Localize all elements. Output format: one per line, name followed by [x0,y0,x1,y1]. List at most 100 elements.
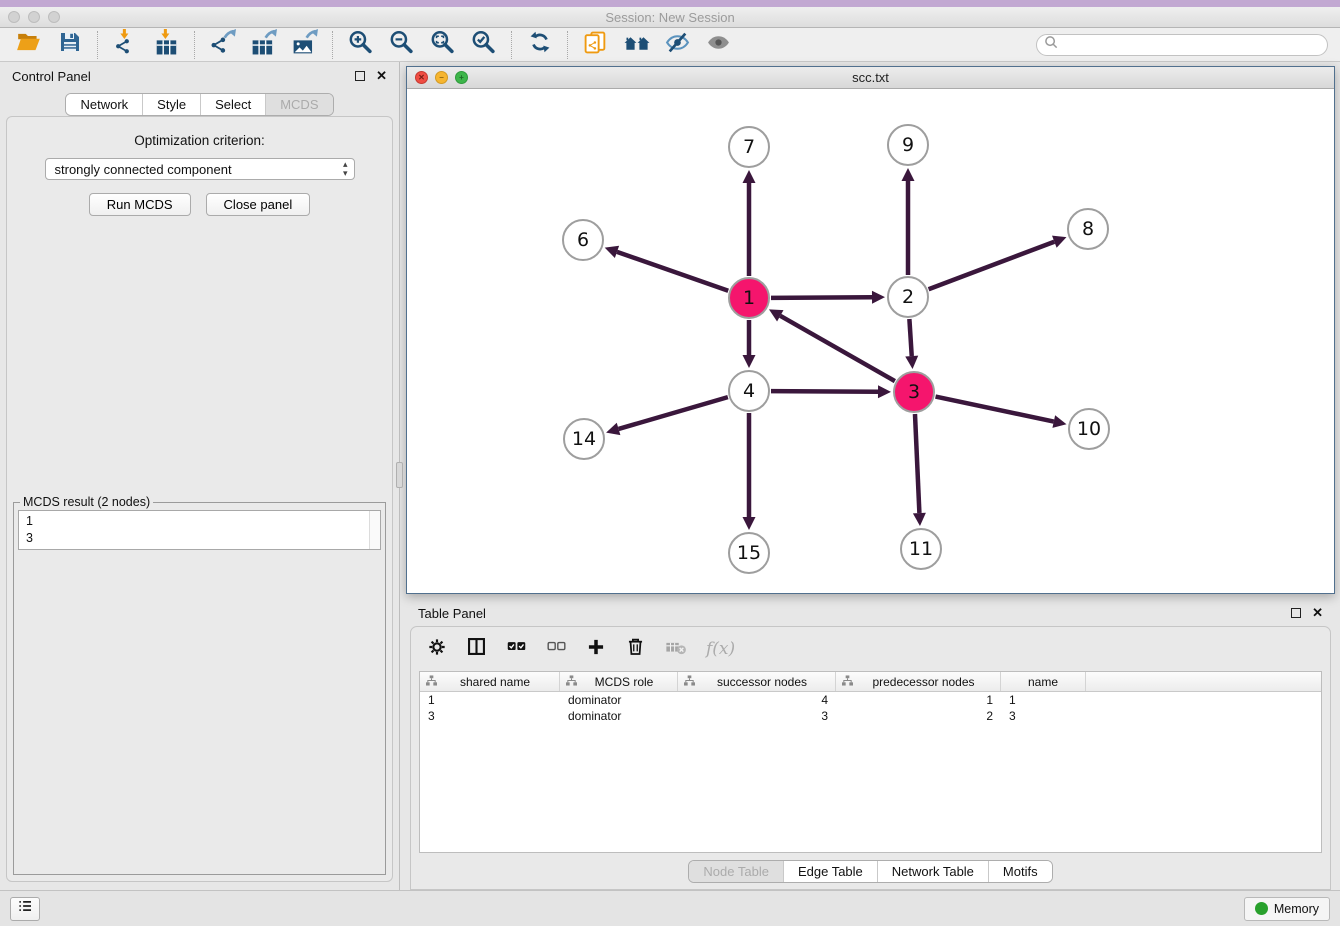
export-table-button[interactable] [243,30,284,60]
graph-node-10[interactable]: 10 [1068,408,1110,450]
node-table-header[interactable]: shared nameMCDS rolesuccessor nodesprede… [420,672,1321,692]
search-input[interactable] [1063,38,1319,52]
deselect-all-button[interactable] [546,636,567,662]
network-window-lights[interactable]: ✕−+ [415,71,468,84]
criterion-dropdown[interactable]: strongly connected component ▴▾ [45,158,355,180]
delete-row-button[interactable] [625,636,646,662]
close-table-panel-icon[interactable]: ✕ [1312,608,1323,618]
memory-button[interactable]: Memory [1244,897,1330,921]
table-panel-card: f(x) shared nameMCDS rolesuccessor nodes… [410,626,1331,890]
window-minimize-button[interactable]: − [435,71,448,84]
graph-node-3[interactable]: 3 [893,371,935,413]
edge-1-6[interactable] [617,252,728,291]
import-table-button[interactable] [146,30,187,60]
graph-node-11[interactable]: 11 [900,528,942,570]
float-table-panel-icon[interactable] [1291,608,1301,618]
zoom-fit-icon [430,30,455,60]
node-table-body[interactable]: 1dominator4113dominator323 [420,692,1321,724]
zoom-in-button[interactable] [340,30,381,60]
import-network-button[interactable] [105,30,146,60]
save-session-button[interactable] [49,30,90,60]
mcds-result-box: MCDS result (2 nodes) 1 3 [13,495,386,875]
mcds-panel: Optimization criterion: strongly connect… [6,116,393,882]
zoom-out-button[interactable] [381,30,422,60]
hide-selected-button[interactable] [657,30,698,60]
window-zoom-button[interactable]: + [455,71,468,84]
tab-mcds[interactable]: MCDS [265,94,332,115]
edge-4-14[interactable] [619,397,728,429]
window-close-button[interactable]: ✕ [415,71,428,84]
graph-node-14[interactable]: 14 [563,418,605,460]
delete-table-button[interactable] [665,636,687,663]
close-panel-icon[interactable]: ✕ [376,71,387,81]
edge-1-2[interactable] [771,297,872,298]
settings-button[interactable] [427,637,447,662]
graph-node-1[interactable]: 1 [728,277,770,319]
search-box[interactable] [1036,34,1328,56]
table-row[interactable]: 3dominator323 [420,708,1321,724]
column-header-MCDS-role[interactable]: MCDS role [560,672,678,691]
graph-node-7[interactable]: 7 [728,126,770,168]
network-canvas[interactable]: 7 9 6 8 1 2 4 3 14 10 15 11 [407,89,1334,593]
result-scrollbar[interactable] [369,511,380,549]
select-all-button[interactable] [506,636,527,662]
edge-3-1[interactable] [780,316,895,381]
graph-node-9[interactable]: 9 [887,124,929,166]
graph-node-8[interactable]: 8 [1067,208,1109,250]
export-network-button[interactable] [202,30,243,60]
close-panel-button[interactable]: Close panel [206,193,311,216]
graph-node-2[interactable]: 2 [887,276,929,318]
tab-network-table[interactable]: Network Table [877,861,988,882]
import-network-icon [113,29,139,60]
add-row-button[interactable] [586,637,606,662]
macos-window-controls[interactable] [8,11,60,23]
macos-minimize-button[interactable] [28,11,40,23]
column-header-shared-name[interactable]: shared name [420,672,560,691]
log-console-button[interactable] [10,897,40,921]
function-builder-button[interactable]: f(x) [706,639,735,659]
clone-network-button[interactable] [575,30,616,60]
open-session-button[interactable] [8,30,49,60]
edge-3-11[interactable] [915,414,919,513]
graph-node-15[interactable]: 15 [728,532,770,574]
first-neighbors-button[interactable] [616,30,657,60]
tab-select[interactable]: Select [200,94,265,115]
refresh-button[interactable] [519,30,560,60]
column-header-name[interactable]: name [1001,672,1086,691]
export-image-icon [292,29,318,60]
float-panel-icon[interactable] [355,71,365,81]
network-window-titlebar[interactable]: ✕−+ scc.txt [407,67,1334,89]
zoom-fit-button[interactable] [422,30,463,60]
zoom-in-icon [348,30,373,60]
tab-style[interactable]: Style [142,94,200,115]
run-mcds-button[interactable]: Run MCDS [89,193,191,216]
edge-layer[interactable] [407,89,1334,593]
refresh-icon [528,30,552,59]
graph-node-4[interactable]: 4 [728,370,770,412]
macos-close-button[interactable] [8,11,20,23]
tab-motifs[interactable]: Motifs [988,861,1052,882]
macos-zoom-button[interactable] [48,11,60,23]
zoom-selected-button[interactable] [463,30,504,60]
edge-2-8[interactable] [929,242,1055,290]
edge-3-10[interactable] [936,397,1054,422]
memory-status-icon [1255,902,1268,915]
column-header-successor-nodes[interactable]: successor nodes [678,672,836,691]
column-header-predecessor-nodes[interactable]: predecessor nodes [836,672,1001,691]
save-session-icon [58,30,82,59]
export-image-button[interactable] [284,30,325,60]
table-row[interactable]: 1dominator411 [420,692,1321,708]
tab-network[interactable]: Network [66,94,142,115]
tab-edge-table[interactable]: Edge Table [783,861,877,882]
edge-2-3[interactable] [909,319,911,356]
table-cell: 1 [836,693,1001,707]
tab-node-table[interactable]: Node Table [689,861,783,882]
show-all-button[interactable] [698,30,739,60]
columns-button[interactable] [466,636,487,662]
graph-node-6[interactable]: 6 [562,219,604,261]
edge-4-3[interactable] [771,391,878,392]
first-neighbors-icon [624,29,650,60]
mcds-result-text: 1 3 [19,511,380,549]
node-table[interactable]: shared nameMCDS rolesuccessor nodesprede… [419,671,1322,853]
panel-splitter-handle[interactable] [396,462,403,488]
